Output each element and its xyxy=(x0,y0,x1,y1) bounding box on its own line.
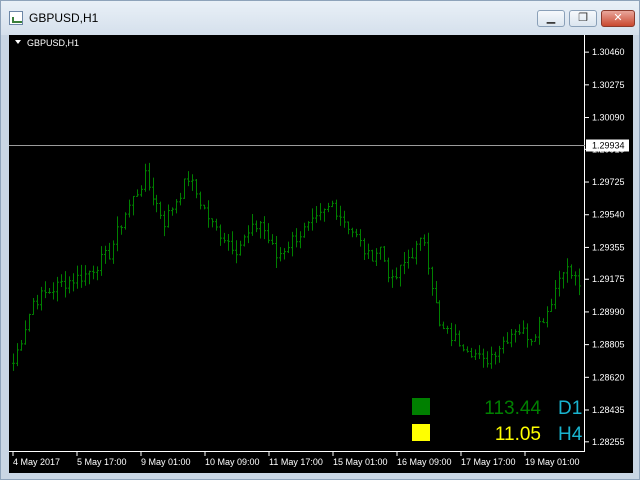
current-price-value: 1.29934 xyxy=(592,141,625,151)
price-tick-label: 1.28620 xyxy=(592,372,625,382)
h4-color-swatch xyxy=(412,424,430,441)
time-tick-label: 19 May 01:00 xyxy=(525,457,580,467)
time-tick-label: 5 May 17:00 xyxy=(77,457,127,467)
restore-button[interactable]: ❐ xyxy=(569,10,597,27)
chart-canvas[interactable]: GBPUSD,H1 1.304601.302751.300901.299101.… xyxy=(9,35,633,473)
d1-color-swatch xyxy=(412,398,430,415)
chart-menu-arrow-icon[interactable] xyxy=(15,40,21,44)
d1-value: 113.44 xyxy=(484,398,541,419)
price-bars xyxy=(12,162,581,371)
time-scale: 4 May 2017 5 May 17:00 9 May 01:00 10 May 0… xyxy=(12,452,580,467)
price-chart[interactable]: GBPUSD,H1 1.304601.302751.300901.299101.… xyxy=(9,35,633,473)
time-tick-label: 17 May 17:00 xyxy=(461,457,516,467)
window-title: GBPUSD,H1 xyxy=(29,11,99,25)
price-tick-label: 1.28255 xyxy=(592,437,625,447)
close-button[interactable]: ✕ xyxy=(601,10,635,27)
minimize-button[interactable]: ▁ xyxy=(537,10,565,27)
time-tick-label: 15 May 01:00 xyxy=(333,457,388,467)
price-scale: 1.304601.302751.300901.299101.297251.295… xyxy=(585,47,625,447)
title-bar[interactable]: GBPUSD,H1 ▁ ❐ ✕ xyxy=(1,1,639,35)
price-tick-label: 1.29725 xyxy=(592,177,625,187)
chart-window: GBPUSD,H1 ▁ ❐ ✕ GBPUSD,H1 1.30460 1.30275… xyxy=(0,0,640,480)
time-tick-label: 10 May 09:00 xyxy=(205,457,260,467)
price-tick-label: 1.29175 xyxy=(592,274,625,284)
price-tick-label: 1.30460 xyxy=(592,47,625,57)
price-tick-label: 1.28990 xyxy=(592,307,625,317)
time-tick-label: 9 May 01:00 xyxy=(141,457,191,467)
d1-timeframe: D1 xyxy=(558,398,582,419)
price-tick-label: 1.28805 xyxy=(592,340,625,350)
price-tick-label: 1.29540 xyxy=(592,210,625,220)
time-tick-label: 11 May 17:00 xyxy=(269,457,323,467)
chart-window-icon xyxy=(9,11,23,25)
time-tick-label: 4 May 2017 xyxy=(13,457,60,467)
price-tick-label: 1.30275 xyxy=(592,80,625,90)
price-tick-label: 1.30090 xyxy=(592,113,625,123)
chart-symbol-label: GBPUSD,H1 xyxy=(27,38,79,48)
price-tick-label: 1.29355 xyxy=(592,242,625,252)
price-tick-label: 1.28435 xyxy=(592,405,625,415)
time-tick-label: 16 May 09:00 xyxy=(397,457,452,467)
h4-value: 11.05 xyxy=(495,424,541,445)
h4-timeframe: H4 xyxy=(558,424,583,445)
